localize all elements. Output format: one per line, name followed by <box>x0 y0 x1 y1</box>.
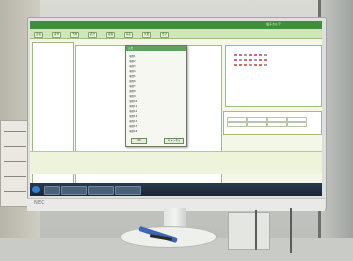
shelf-line <box>4 191 26 192</box>
dialog-item[interactable]: 項目9 <box>129 94 136 98</box>
cable <box>255 210 257 250</box>
dialog-item[interactable]: 項目6 <box>129 79 136 83</box>
dialog-item[interactable]: 項目1 <box>129 54 136 58</box>
taskbar <box>30 183 322 196</box>
calendar-cell[interactable] <box>234 59 237 61</box>
calendar-panel[interactable] <box>225 45 322 107</box>
taskbar-item[interactable] <box>88 186 114 195</box>
tab-8[interactable]: 会計 <box>160 32 170 38</box>
tab-7[interactable]: 文書 <box>142 32 152 38</box>
tab-6[interactable]: 病名 <box>124 32 134 38</box>
calendar-cell[interactable] <box>249 59 252 61</box>
calendar-cell[interactable] <box>249 54 252 56</box>
calendar-cell[interactable] <box>244 54 247 56</box>
shelf-line <box>4 146 26 147</box>
dialog-item[interactable]: 項目4 <box>129 69 136 73</box>
calendar-cell[interactable] <box>239 54 242 56</box>
calendar-cell[interactable] <box>264 59 267 61</box>
dialog-item[interactable]: 項目5 <box>129 74 136 78</box>
calendar-cell[interactable] <box>264 54 267 56</box>
taskbar-item[interactable] <box>61 186 87 195</box>
calendar-cell[interactable] <box>254 59 257 61</box>
dialog-item[interactable]: 項目15 <box>129 124 137 128</box>
user-area: 電子カルテ <box>266 22 282 26</box>
device-box <box>228 212 270 250</box>
dialog-item[interactable]: 項目12 <box>129 109 137 113</box>
calendar-cell[interactable] <box>234 64 237 66</box>
calendar-cell[interactable] <box>264 64 267 66</box>
dialog-item[interactable]: 項目16 <box>129 129 137 133</box>
tab-2[interactable]: 受付 <box>52 32 62 38</box>
table-cell <box>227 122 247 127</box>
dialog-item[interactable]: 項目11 <box>129 104 137 108</box>
calendar-cell[interactable] <box>249 64 252 66</box>
monitor-brand: NEC <box>34 200 45 206</box>
app-titlebar: 電子カルテ <box>30 21 322 29</box>
calendar-cell[interactable] <box>239 59 242 61</box>
dialog-item[interactable]: 項目7 <box>129 84 136 88</box>
taskbar-item[interactable] <box>115 186 141 195</box>
info-bar <box>30 151 322 174</box>
dialog-item[interactable]: 項目2 <box>129 59 136 63</box>
dialog-item[interactable]: 項目13 <box>129 114 137 118</box>
table-cell <box>287 122 307 127</box>
tab-5[interactable]: 検査 <box>106 32 116 38</box>
calendar-cell[interactable] <box>244 59 247 61</box>
dialog-item[interactable]: 項目14 <box>129 119 137 123</box>
shelf-line <box>4 176 26 177</box>
table-cell <box>247 122 267 127</box>
dialog-item[interactable]: 項目10 <box>129 99 137 103</box>
tab-1[interactable]: 患者 <box>34 32 44 38</box>
calendar-cell[interactable] <box>254 64 257 66</box>
tab-4[interactable]: 処方 <box>88 32 98 38</box>
cancel-button[interactable]: キャンセル <box>164 138 184 144</box>
calendar-cell[interactable] <box>234 54 237 56</box>
shelf-line <box>4 131 26 132</box>
calendar-cell[interactable] <box>259 54 262 56</box>
dialog-title: 入力 <box>126 46 186 51</box>
dialog-item[interactable]: 項目8 <box>129 89 136 93</box>
calendar-cell[interactable] <box>254 54 257 56</box>
tab-3[interactable]: 予約 <box>70 32 80 38</box>
calendar-cell[interactable] <box>259 64 262 66</box>
modal-dialog[interactable]: 入力 項目1 項目2 項目3 項目4 項目5 項目6 項目7 項目8 項目9 項… <box>125 45 187 147</box>
screen: 電子カルテ 患者 受付 予約 処方 検査 病名 文書 会計 入力 項目1 項目2… <box>30 21 322 196</box>
calendar-cell[interactable] <box>244 64 247 66</box>
calendar-cell[interactable] <box>239 64 242 66</box>
dialog-item[interactable]: 項目3 <box>129 64 136 68</box>
calendar-cell[interactable] <box>259 59 262 61</box>
cable <box>290 208 292 253</box>
table-cell <box>267 122 287 127</box>
shelf-line <box>4 161 26 162</box>
ok-button[interactable]: OK <box>131 138 147 144</box>
schedule-table[interactable] <box>223 111 322 135</box>
start-button[interactable] <box>32 186 40 193</box>
taskbar-item[interactable] <box>44 186 60 195</box>
